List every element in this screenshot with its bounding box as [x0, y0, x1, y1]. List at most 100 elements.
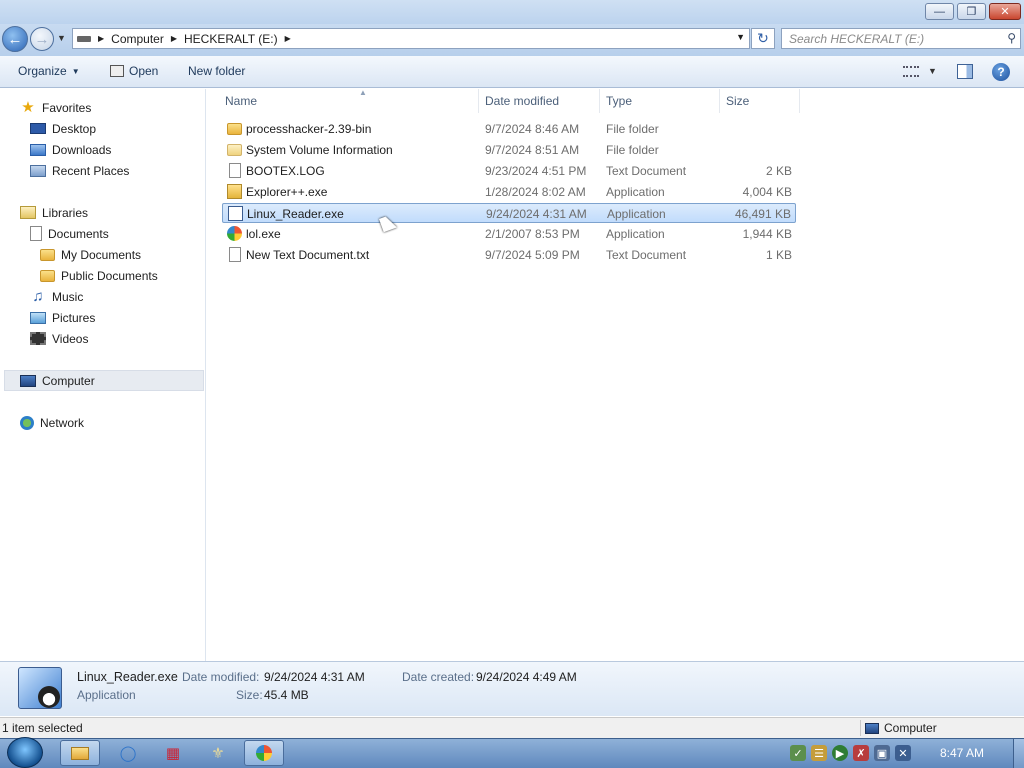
start-button[interactable] — [7, 737, 43, 768]
file-size: 1,944 KB — [742, 227, 792, 241]
address-dropdown-icon[interactable]: ▼ — [736, 32, 745, 42]
drive-icon — [77, 35, 91, 42]
tool-tray-icon[interactable]: ✗ — [853, 745, 869, 761]
open-button[interactable]: Open — [110, 64, 158, 78]
nav-computer[interactable]: Computer — [20, 370, 95, 391]
details-file-name: Linux_Reader.exe — [77, 670, 178, 684]
file-row[interactable]: lol.exe 2/1/2007 8:53 PM Application 1,9… — [222, 224, 796, 244]
browser-icon — [227, 226, 242, 241]
stack-icon[interactable]: ☰ — [811, 745, 827, 761]
breadcrumb-computer[interactable]: Computer — [107, 32, 168, 46]
nav-public-documents[interactable]: Public Documents — [40, 265, 158, 286]
libraries-icon — [20, 206, 36, 219]
taskbar-clock[interactable]: 8:47 AM — [940, 746, 984, 760]
file-size: 4,004 KB — [742, 185, 792, 199]
file-row-selected[interactable]: Linux_Reader.exe 9/24/2024 4:31 AM Appli… — [222, 203, 796, 223]
nav-videos[interactable]: Videos — [30, 328, 88, 349]
nav-my-documents[interactable]: My Documents — [40, 244, 141, 265]
chevron-right-icon[interactable]: ▶ — [95, 34, 107, 43]
details-size-label: Size: — [236, 688, 263, 702]
nav-music[interactable]: ♫ Music — [30, 286, 83, 307]
file-size: 2 KB — [765, 164, 792, 178]
taskbar-explorer-button[interactable] — [60, 740, 100, 766]
column-header-name[interactable]: Name ▲ — [219, 88, 479, 113]
column-header-size[interactable]: Size — [720, 89, 800, 113]
computer-icon — [20, 374, 36, 387]
search-icon[interactable]: ⚲ — [1007, 31, 1016, 45]
address-bar[interactable]: ▶ Computer ▶ HECKERALT (E:) ▶ ▼ — [72, 28, 750, 49]
chevron-right-icon[interactable]: ▶ — [282, 34, 294, 43]
status-location-label: Computer — [884, 721, 937, 735]
file-row[interactable]: New Text Document.txt 9/7/2024 5:09 PM T… — [222, 245, 796, 265]
file-name: Explorer++.exe — [246, 185, 328, 199]
play-icon[interactable]: ▶ — [832, 745, 848, 761]
nav-label: Documents — [48, 226, 109, 241]
nav-recent-places[interactable]: Recent Places — [30, 160, 129, 181]
breadcrumb-drive[interactable]: HECKERALT (E:) — [180, 32, 282, 46]
organize-label: Organize — [18, 64, 67, 78]
volume-muted-icon[interactable]: ✕ — [895, 745, 911, 761]
file-name: BOOTEX.LOG — [246, 164, 325, 178]
forward-button[interactable]: → — [30, 27, 54, 51]
file-size: 1 KB — [765, 248, 792, 262]
search-input[interactable]: Search HECKERALT (E:) ⚲ — [781, 28, 1021, 49]
close-button[interactable]: ✕ — [989, 3, 1021, 20]
minimize-button[interactable]: — — [925, 3, 954, 20]
chevron-right-icon[interactable]: ▶ — [168, 34, 180, 43]
file-row[interactable]: Explorer++.exe 1/28/2024 8:02 AM Applica… — [222, 182, 796, 202]
nav-label: Recent Places — [52, 163, 130, 178]
nav-favorites[interactable]: ★ Favorites — [20, 97, 91, 118]
file-row[interactable]: processhacker-2.39-bin 9/7/2024 8:46 AM … — [222, 119, 796, 139]
taskbar-app-button[interactable]: ▦ — [153, 740, 193, 766]
nav-label: Music — [52, 289, 84, 304]
nav-label: Pictures — [52, 310, 96, 325]
back-button[interactable]: ← — [2, 26, 28, 52]
nav-label: Public Documents — [61, 268, 158, 283]
text-file-icon — [229, 247, 241, 262]
new-folder-label: New folder — [188, 64, 246, 78]
taskbar-app-button[interactable]: ⚜ — [198, 740, 238, 766]
sort-arrow-icon: ▲ — [359, 88, 367, 97]
change-view-icon[interactable] — [903, 66, 919, 77]
view-options-dropdown-icon[interactable]: ▼ — [928, 66, 937, 76]
network-icon — [20, 415, 34, 430]
details-file-type: Application — [77, 688, 136, 702]
file-type: Application — [606, 227, 665, 241]
organize-button[interactable]: Organize ▼ — [18, 64, 80, 78]
help-icon[interactable]: ? — [992, 63, 1010, 81]
open-icon — [110, 65, 124, 77]
new-folder-button[interactable]: New folder — [188, 64, 245, 78]
column-header-type[interactable]: Type — [600, 89, 720, 113]
column-header-date-modified[interactable]: Date modified — [479, 89, 600, 113]
file-type: Text Document — [606, 248, 687, 262]
file-date-modified: 2/1/2007 8:53 PM — [485, 227, 580, 241]
recent-pages-dropdown-icon[interactable]: ▼ — [57, 33, 66, 43]
browser-icon — [256, 745, 272, 761]
nav-desktop[interactable]: Desktop — [30, 118, 96, 139]
nav-documents[interactable]: Documents — [30, 223, 109, 244]
security-icon[interactable]: ✓ — [790, 745, 806, 761]
details-date-modified-label: Date modified: — [182, 670, 260, 684]
maximize-button[interactable]: ❐ — [957, 3, 986, 20]
pictures-icon — [30, 311, 46, 324]
network-status-icon[interactable]: ▣ — [874, 745, 890, 761]
show-desktop-button[interactable] — [1013, 739, 1024, 768]
text-file-icon — [229, 163, 241, 178]
taskbar-internet-explorer-button[interactable]: ◯ — [108, 740, 148, 766]
nav-downloads[interactable]: Downloads — [30, 139, 111, 160]
preview-pane-icon[interactable] — [957, 64, 973, 79]
details-size-value: 45.4 MB — [264, 688, 309, 702]
videos-icon — [30, 332, 46, 345]
file-row[interactable]: BOOTEX.LOG 9/23/2024 4:51 PM Text Docume… — [222, 161, 796, 181]
status-location: Computer — [865, 721, 937, 735]
music-icon: ♫ — [32, 287, 44, 305]
file-row[interactable]: System Volume Information 9/7/2024 8:51 … — [222, 140, 796, 160]
nav-pictures[interactable]: Pictures — [30, 307, 95, 328]
refresh-button[interactable]: ↻ — [751, 28, 775, 49]
file-type: Text Document — [606, 164, 687, 178]
penguin-icon — [38, 686, 60, 708]
file-name: System Volume Information — [246, 143, 393, 157]
nav-network[interactable]: Network — [20, 412, 84, 433]
taskbar-lol-exe-button[interactable] — [244, 740, 284, 766]
nav-libraries[interactable]: Libraries — [20, 202, 88, 223]
